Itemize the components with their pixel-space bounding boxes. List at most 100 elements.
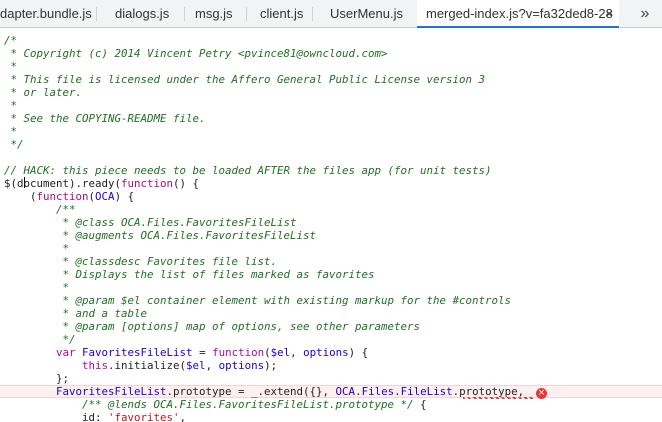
code-token: options xyxy=(218,359,265,372)
code-token: * or later. xyxy=(4,86,83,99)
code-line[interactable]: * @class OCA.Files.FavoritesFileList xyxy=(0,216,662,229)
code-token: ocument).ready( xyxy=(23,177,122,190)
tab-label: merged-index.js?v=fa32ded8-28 xyxy=(426,6,613,21)
code-token: * xyxy=(4,281,70,294)
code-line[interactable]: }; xyxy=(0,372,662,385)
code-line[interactable]: this.initialize($el, options); xyxy=(0,359,662,372)
code-line-text: * Displays the list of files marked as f… xyxy=(4,268,375,281)
code-line[interactable]: * xyxy=(0,125,662,138)
code-line-text: */ xyxy=(4,333,76,346)
code-line[interactable]: * @augments OCA.Files.FavoritesFileList xyxy=(0,229,662,242)
tab-msg[interactable]: msg.js xyxy=(185,0,247,27)
code-line-text: var FavoritesFileList = function($el, op… xyxy=(4,346,368,359)
code-token: .prototype = _.extend({}, xyxy=(166,385,336,398)
code-token: */ xyxy=(4,333,76,346)
code-line[interactable]: * See the COPYING-README file. xyxy=(0,112,662,125)
code-line[interactable]: * and a table xyxy=(0,307,662,320)
tab-label: UserMenu.js xyxy=(330,6,403,21)
code-line[interactable]: * @classdesc Favorites file list. xyxy=(0,255,662,268)
code-editor[interactable]: /* * Copyright (c) 2014 Vincent Petry <p… xyxy=(0,29,662,422)
tab-dialogs[interactable]: dialogs.js xyxy=(97,0,185,27)
code-token: id: xyxy=(4,411,109,422)
code-token: /** @lends OCA.Files.FavoritesFileList.p… xyxy=(82,398,414,411)
code-token: * xyxy=(4,99,18,112)
code-token: * @class OCA.Files.FavoritesFileList xyxy=(4,216,297,229)
code-line-text: * @classdesc Favorites file list. xyxy=(4,255,278,268)
code-line[interactable]: */ xyxy=(0,333,662,346)
code-line-text: FavoritesFileList.prototype = _.extend({… xyxy=(4,386,524,397)
tab-usermenu[interactable]: UserMenu.js xyxy=(313,0,417,27)
code-line[interactable]: /** @lends OCA.Files.FavoritesFileList.p… xyxy=(0,398,662,411)
editor-tab-bar: dapter.bundle.js dialogs.js msg.js clien… xyxy=(0,0,662,28)
code-line[interactable]: (function(OCA) { xyxy=(0,190,662,203)
code-token: $(d xyxy=(4,177,24,190)
code-token: this xyxy=(82,359,109,372)
code-line[interactable]: * xyxy=(0,242,662,255)
code-token: }; xyxy=(4,372,70,385)
code-line[interactable]: /** xyxy=(0,203,662,216)
code-line-text: $(document).ready(function() { xyxy=(4,177,199,190)
code-line[interactable]: $(document).ready(function() { xyxy=(0,177,662,190)
code-line-text: * @class OCA.Files.FavoritesFileList xyxy=(4,216,297,229)
code-token: * @augments OCA.Files.FavoritesFileList xyxy=(4,229,317,242)
tab-label: dapter.bundle.js xyxy=(0,6,92,21)
code-token: $el xyxy=(186,359,206,372)
code-token: { xyxy=(413,398,427,411)
code-line[interactable]: * or later. xyxy=(0,86,662,99)
code-token: * Displays the list of files marked as f… xyxy=(4,268,375,281)
code-line[interactable]: * xyxy=(0,99,662,112)
code-token: var xyxy=(56,346,76,359)
tab-label: client.js xyxy=(260,6,304,21)
code-line-text: (function(OCA) { xyxy=(4,190,134,203)
code-token: ( xyxy=(4,190,37,203)
code-line[interactable]: id: 'favorites', xyxy=(0,411,662,422)
code-line[interactable]: * @param $el container element with exis… xyxy=(0,294,662,307)
code-token: FileList xyxy=(400,385,453,398)
tab-client[interactable]: client.js xyxy=(247,0,313,27)
code-line[interactable]: * Copyright (c) 2014 Vincent Petry <pvin… xyxy=(0,47,662,60)
code-token: , xyxy=(205,359,219,372)
code-line[interactable]: * xyxy=(0,281,662,294)
code-token: () { xyxy=(173,177,200,190)
code-token: FavoritesFileList xyxy=(82,346,193,359)
code-line[interactable]: * xyxy=(0,60,662,73)
code-token: ) { xyxy=(348,346,369,359)
code-line-text: * xyxy=(4,125,18,138)
code-line[interactable]: * This file is licensed under the Affero… xyxy=(0,73,662,86)
code-line[interactable]: // HACK: this piece needs to be loaded A… xyxy=(0,164,662,177)
code-token: * and a table xyxy=(4,307,148,320)
code-token: * @param [options] map of options, see o… xyxy=(4,320,421,333)
code-token: = xyxy=(192,346,213,359)
code-token: ) { xyxy=(114,190,135,203)
code-line-text: id: 'favorites', xyxy=(4,411,186,422)
code-line[interactable]: /* xyxy=(0,34,662,47)
code-line[interactable]: var FavoritesFileList = function($el, op… xyxy=(0,346,662,359)
code-token: , xyxy=(290,346,304,359)
code-token: /** xyxy=(56,203,76,216)
code-token: /* xyxy=(4,34,18,47)
close-icon[interactable]: × xyxy=(605,0,613,27)
tab-merged-index[interactable]: merged-index.js?v=fa32ded8-28 × xyxy=(417,0,619,28)
code-token: * @param $el container element with exis… xyxy=(4,294,512,307)
code-line-text: * This file is licensed under the Affero… xyxy=(4,73,486,86)
code-line[interactable]: * @param [options] map of options, see o… xyxy=(0,320,662,333)
code-line-text: }; xyxy=(4,372,69,385)
code-token: $el xyxy=(270,346,291,359)
code-line[interactable] xyxy=(0,151,662,164)
code-token: * Copyright (c) 2014 Vincent Petry <pvin… xyxy=(4,47,388,60)
code-line-text: * See the COPYING-README file. xyxy=(4,112,206,125)
code-token: ); xyxy=(264,359,278,372)
code-line[interactable]: FavoritesFileList.prototype = _.extend({… xyxy=(0,385,662,399)
tab-adapter-bundle[interactable]: dapter.bundle.js xyxy=(0,0,94,27)
code-token: , xyxy=(179,411,187,422)
code-line[interactable]: */ xyxy=(0,138,662,151)
tab-overflow-icon[interactable]: » xyxy=(628,0,662,27)
code-token: .initialize( xyxy=(108,359,187,372)
code-token: * @classdesc Favorites file list. xyxy=(4,255,278,268)
code-line[interactable]: * Displays the list of files marked as f… xyxy=(0,268,662,281)
code-line-text: /** @lends OCA.Files.FavoritesFileList.p… xyxy=(4,398,427,411)
code-line-text: * @augments OCA.Files.FavoritesFileList xyxy=(4,229,317,242)
code-token: * xyxy=(4,125,18,138)
code-line-text: * @param $el container element with exis… xyxy=(4,294,512,307)
